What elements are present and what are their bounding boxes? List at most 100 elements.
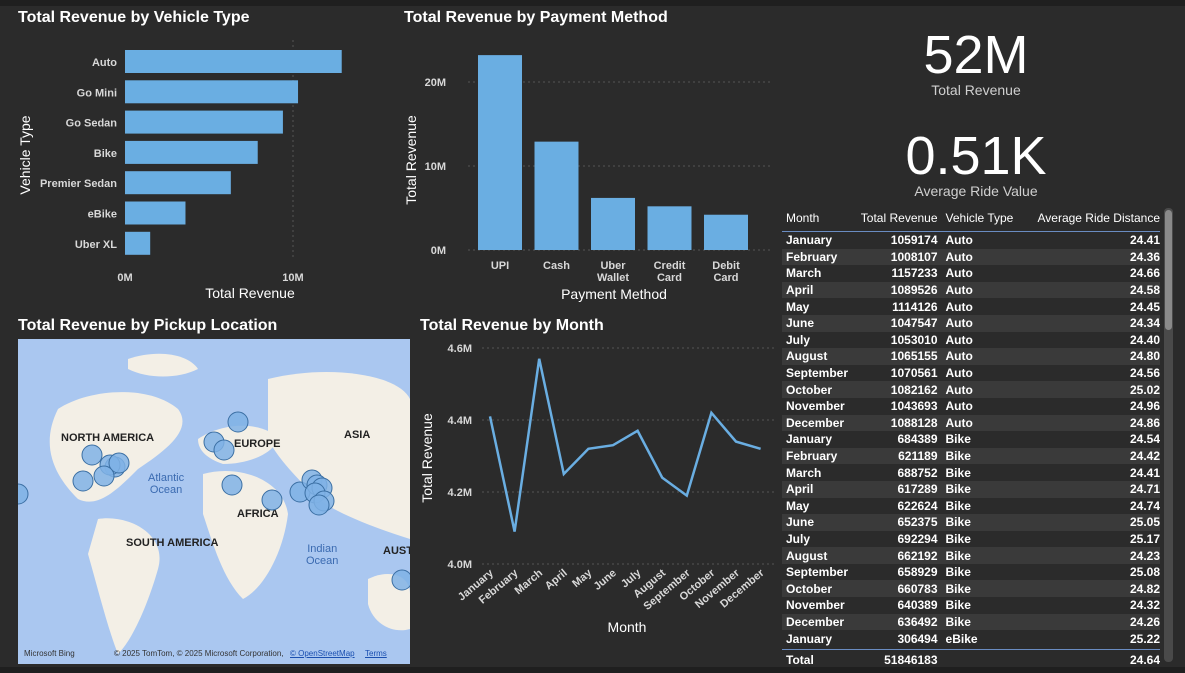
tick-label: 4.4M [448,415,472,427]
bar-auto [125,50,342,73]
revenue-line [488,358,761,532]
bar-go-sedan [125,110,283,134]
table-row[interactable]: May 1114126 Auto 24.45 [782,298,1160,315]
table-header: Month Total Revenue Vehicle Type Average… [782,205,1160,232]
table-row[interactable]: December 636492 Bike 24.26 [782,613,1160,631]
table-row[interactable]: April 617289 Bike 24.71 [782,480,1160,498]
bar-cash [534,141,579,250]
x-axis-label: Month [608,619,647,635]
table-cell: 617289 [897,482,938,497]
table-cell: 24.56 [1129,366,1160,381]
table-row[interactable]: October 660783 Bike 24.82 [782,580,1160,598]
table-row[interactable]: December 1088128 Auto 24.86 [782,414,1160,432]
table-row[interactable]: March 1157233 Auto 24.66 [782,265,1160,282]
terms-link[interactable]: Terms [365,649,387,658]
location-bubble [81,444,103,466]
table-cell: April [786,482,814,497]
table-cell: February [786,449,838,464]
table-cell: Bike [945,449,971,464]
location-bubble [72,470,94,492]
table-cell: 1053010 [890,332,938,347]
bing-logo: Microsoft Bing [24,649,75,658]
table-row[interactable]: February 621189 Bike 24.42 [782,447,1160,465]
location-bubble [308,494,330,516]
vehicle-bar-chart[interactable]: Auto Go Mini Go Sedan Bike Premier Sedan eBik… [0,30,380,310]
table-cell: November [786,399,845,414]
table-row[interactable]: November 640389 Bike 24.32 [782,597,1160,614]
table-row[interactable]: August 1065155 Auto 24.80 [782,348,1160,365]
month-line-chart[interactable]: 4.0M4.2M4.4M4.6MJanuaryFebruaryMarchApri… [412,338,782,638]
category-label: Premier Sedan [40,178,117,190]
table-row[interactable]: September 658929 Bike 25.08 [782,564,1160,581]
table-cell: August [786,349,828,364]
col-revenue-header[interactable]: Total Revenue [851,211,938,225]
map-bubble-layer [18,411,410,591]
table-cell: 24.41 [1129,233,1160,248]
table-cell: June [786,316,815,331]
col-distance-header[interactable]: Average Ride Distance [1030,211,1160,225]
table-cell: 24.34 [1129,316,1160,331]
table-cell: March [786,465,822,480]
data-table: Month Total Revenue Vehicle Type Average… [782,205,1160,670]
table-cell: 24.40 [1129,332,1160,347]
table-cell: 1070561 [890,366,938,381]
table-cell: July [786,531,811,546]
table-row[interactable]: January 1059174 Auto 24.41 [782,232,1160,249]
table-cell: October [786,581,833,596]
table-row[interactable]: February 1008107 Auto 24.36 [782,248,1160,266]
table-cell: Auto [945,299,973,314]
table-row[interactable]: September 1070561 Auto 24.56 [782,365,1160,382]
table-cell: 621189 [898,449,938,464]
table-row[interactable]: June 1047547 Auto 24.34 [782,314,1160,332]
location-bubble [93,465,115,487]
table-cell: 24.80 [1129,349,1160,364]
category-label: Debit [712,260,740,272]
month-tick-label: June [592,567,619,593]
osm-link[interactable]: © OpenStreetMap [290,649,355,658]
category-label: Uber XL [75,239,117,251]
table-row[interactable]: June 652375 Bike 25.05 [782,514,1160,531]
category-label: Auto [92,57,117,69]
table-row[interactable]: January 306494 eBike 25.22 [782,630,1160,647]
category-label: Bike [94,148,117,160]
tick-label: 4.2M [448,487,472,499]
table-row[interactable]: April 1089526 Auto 24.58 [782,281,1160,299]
table-cell: 24.86 [1129,415,1160,430]
table-cell: June [786,515,815,530]
category-label: Go Sedan [66,118,118,130]
location-bubble [227,411,249,433]
table-cell: January [786,233,833,248]
table-cell: 24.66 [1129,266,1160,281]
table-cell: 692294 [897,531,938,546]
table-row[interactable]: November 1043693 Auto 24.96 [782,398,1160,415]
table-cell: September [786,565,849,580]
table-row[interactable]: August 662192 Bike 24.23 [782,547,1160,564]
bar-ebike [125,201,186,225]
table-cell: 24.26 [1129,614,1160,629]
table-cell: September [786,366,849,381]
table-cell: November [786,598,845,613]
kpi-total-revenue-value: 52M [923,25,1029,85]
table-cell: Bike [945,432,971,447]
table-cell: 25.05 [1129,515,1160,530]
table-row[interactable]: May 622624 Bike 24.74 [782,498,1160,515]
table-row[interactable]: July 1053010 Auto 24.40 [782,332,1160,349]
table-cell: February [786,249,838,264]
kpi-avg-ride-label: Average Ride Value [914,183,1038,199]
table-row[interactable]: March 688752 Bike 24.41 [782,464,1160,481]
col-vehicle-header[interactable]: Vehicle Type [938,211,1031,225]
table-row[interactable]: July 692294 Bike 25.17 [782,531,1160,548]
table-cell: 25.08 [1129,565,1160,580]
table-cell: Bike [945,515,971,530]
x-axis-label: Total Revenue [205,285,295,301]
table-row[interactable]: October 1082162 Auto 25.02 [782,381,1160,398]
table-scrollbar-thumb[interactable] [1165,210,1172,330]
table-cell: August [786,548,828,563]
table-row[interactable]: January 684389 Bike 24.54 [782,431,1160,448]
payment-chart-title: Total Revenue by Payment Method [404,9,668,26]
table-cell: March [786,266,822,281]
pickup-location-map[interactable]: NORTH AMERICA EUROPE ASIA AFRICA SOUTH A… [18,339,410,664]
table-cell: July [786,332,811,347]
payment-bar-chart[interactable]: 0M10M20MUPI Cash UberWalletCreditCardDebit… [398,30,778,310]
col-month-header[interactable]: Month [782,211,851,225]
